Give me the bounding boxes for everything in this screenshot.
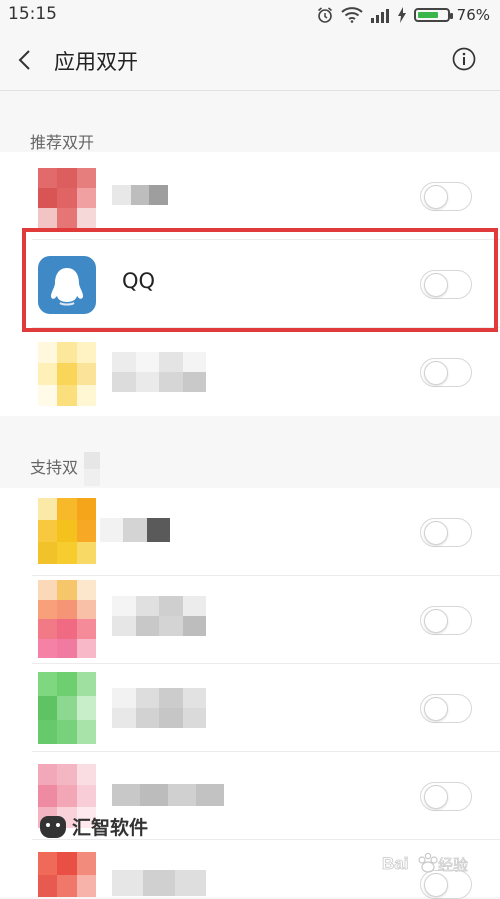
blurred-app-name — [112, 352, 206, 392]
battery-icon — [413, 8, 453, 22]
dual-app-toggle[interactable] — [420, 182, 472, 211]
app-bar: 应用双开 — [0, 30, 500, 91]
blurred-app-icon — [38, 498, 96, 564]
highlight-frame — [22, 228, 498, 332]
section-header-supported: 支持双 — [0, 440, 500, 488]
wifi-icon — [340, 7, 363, 23]
app-row[interactable] — [0, 664, 500, 752]
app-row[interactable] — [0, 488, 500, 576]
page-title: 应用双开 — [54, 50, 138, 74]
alarm-icon — [317, 7, 332, 23]
app-row[interactable] — [0, 152, 500, 240]
dual-app-toggle[interactable] — [420, 782, 472, 811]
dual-app-toggle[interactable] — [420, 606, 472, 635]
blurred-app-name — [112, 688, 206, 728]
battery-percent: 76% — [456, 6, 490, 24]
chat-bubble-icon — [40, 815, 66, 838]
blurred-app-name — [112, 185, 168, 205]
blurred-label-fragment — [84, 452, 100, 486]
blurred-app-icon — [38, 342, 96, 406]
blurred-app-icon — [38, 672, 96, 744]
charging-icon — [397, 7, 406, 23]
baidu-jingyan-logo: Bai 经验 — [382, 852, 468, 874]
status-bar: 15:15 76% — [0, 0, 500, 30]
svg-text:经验: 经验 — [438, 856, 468, 874]
blurred-app-name — [112, 784, 224, 806]
blurred-app-name — [112, 870, 206, 896]
watermark-text: 汇智软件 — [72, 817, 149, 839]
blurred-app-name — [100, 518, 170, 542]
info-icon[interactable] — [452, 47, 476, 71]
dual-app-toggle[interactable] — [420, 694, 472, 723]
blurred-app-name — [112, 596, 206, 636]
blurred-app-icon — [38, 580, 96, 658]
back-arrow-icon[interactable] — [12, 46, 40, 74]
dual-app-toggle[interactable] — [420, 358, 472, 387]
blurred-app-icon — [38, 852, 96, 897]
watermark: 汇智软件 — [40, 813, 148, 840]
app-row[interactable] — [0, 328, 500, 416]
svg-text:Bai: Bai — [382, 854, 408, 873]
status-time: 15:15 — [8, 4, 57, 24]
section-label: 支持双 — [30, 458, 79, 477]
blurred-app-icon — [38, 168, 96, 228]
app-row[interactable] — [0, 576, 500, 664]
section-label: 推荐双开 — [30, 133, 95, 152]
battery-level-fill — [417, 12, 438, 18]
signal-icon — [370, 8, 389, 23]
dual-app-toggle[interactable] — [420, 518, 472, 547]
status-icons: 76% — [316, 4, 490, 26]
